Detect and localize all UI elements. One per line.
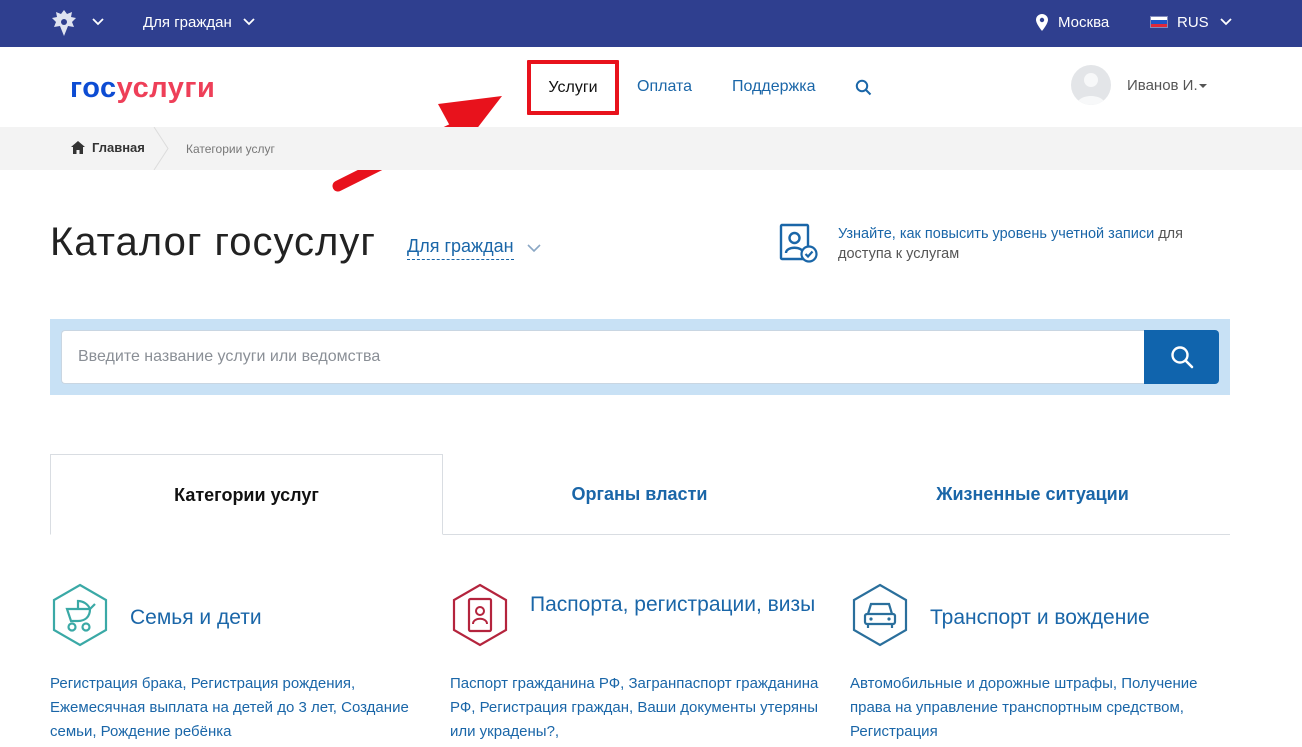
location-pin-icon [1036,14,1048,31]
tab-life-situations[interactable]: Жизненные ситуации [836,454,1229,535]
category-title[interactable]: Семья и дети [130,605,430,631]
search-button[interactable] [1144,330,1219,384]
passport-icon[interactable] [450,582,510,648]
breadcrumb: Главная Категории услуг [0,127,1302,170]
gosuslugi-logo[interactable]: госуслуги [70,72,215,105]
category-title[interactable]: Транспорт и вождение [930,605,1230,631]
coat-of-arms-icon[interactable] [50,8,78,38]
top-bar: Для граждан Москва RUS [0,0,1302,47]
account-upgrade-link[interactable]: Узнайте, как повысить уровень учетной за… [838,226,1154,242]
tab-authorities[interactable]: Органы власти [443,454,836,535]
user-silhouette-icon [1077,73,1105,105]
audience-dropdown[interactable]: Для граждан [407,236,514,260]
main-header: госуслуги Услуги Оплата Поддержка Иванов… [0,47,1302,127]
user-name[interactable]: Иванов И. [1127,77,1198,94]
language-selector[interactable]: RUS [1177,14,1209,31]
search-input[interactable] [61,330,1145,384]
nav-support[interactable]: Поддержка [732,78,815,96]
caret-down-icon[interactable] [1198,82,1208,90]
audience-switcher[interactable]: Для граждан [143,14,232,31]
account-verified-icon [779,223,818,263]
chevron-down-icon[interactable] [91,15,105,29]
location-selector[interactable]: Москва [1058,14,1109,31]
breadcrumb-current: Категории услуг [186,142,275,156]
tab-categories[interactable]: Категории услуг [50,454,443,535]
search-icon[interactable] [855,79,872,96]
logo-part-2: услуги [116,72,216,104]
page-title: Каталог госуслуг [50,220,376,264]
category-links[interactable]: Автомобильные и дорожные штрафы, Получен… [850,672,1230,744]
chevron-down-icon[interactable] [1219,15,1233,29]
search-panel [50,319,1230,395]
category-title[interactable]: Паспорта, регистрации, визы [530,592,830,618]
category-links[interactable]: Паспорт гражданина РФ, Загранпаспорт гра… [450,672,830,744]
catalog-tabs: Категории услуг Органы власти Жизненные … [50,454,1230,535]
breadcrumb-home[interactable]: Главная [92,140,145,155]
home-icon[interactable] [71,141,85,154]
search-icon [1171,346,1194,369]
category-links[interactable]: Регистрация брака, Регистрация рождения,… [50,672,430,744]
chevron-down-icon[interactable] [242,15,256,29]
stroller-icon[interactable] [50,582,110,648]
nav-services[interactable]: Услуги [527,60,619,115]
avatar[interactable] [1071,65,1111,105]
nav-services-label: Услуги [548,79,598,96]
car-icon[interactable] [850,582,910,648]
logo-part-1: гос [70,72,117,104]
russia-flag-icon [1150,16,1168,28]
breadcrumb-separator-icon [153,127,169,170]
chevron-down-icon[interactable] [526,242,542,254]
nav-payment[interactable]: Оплата [637,78,692,96]
account-upgrade-notice: Узнайте, как повысить уровень учетной за… [838,224,1218,264]
